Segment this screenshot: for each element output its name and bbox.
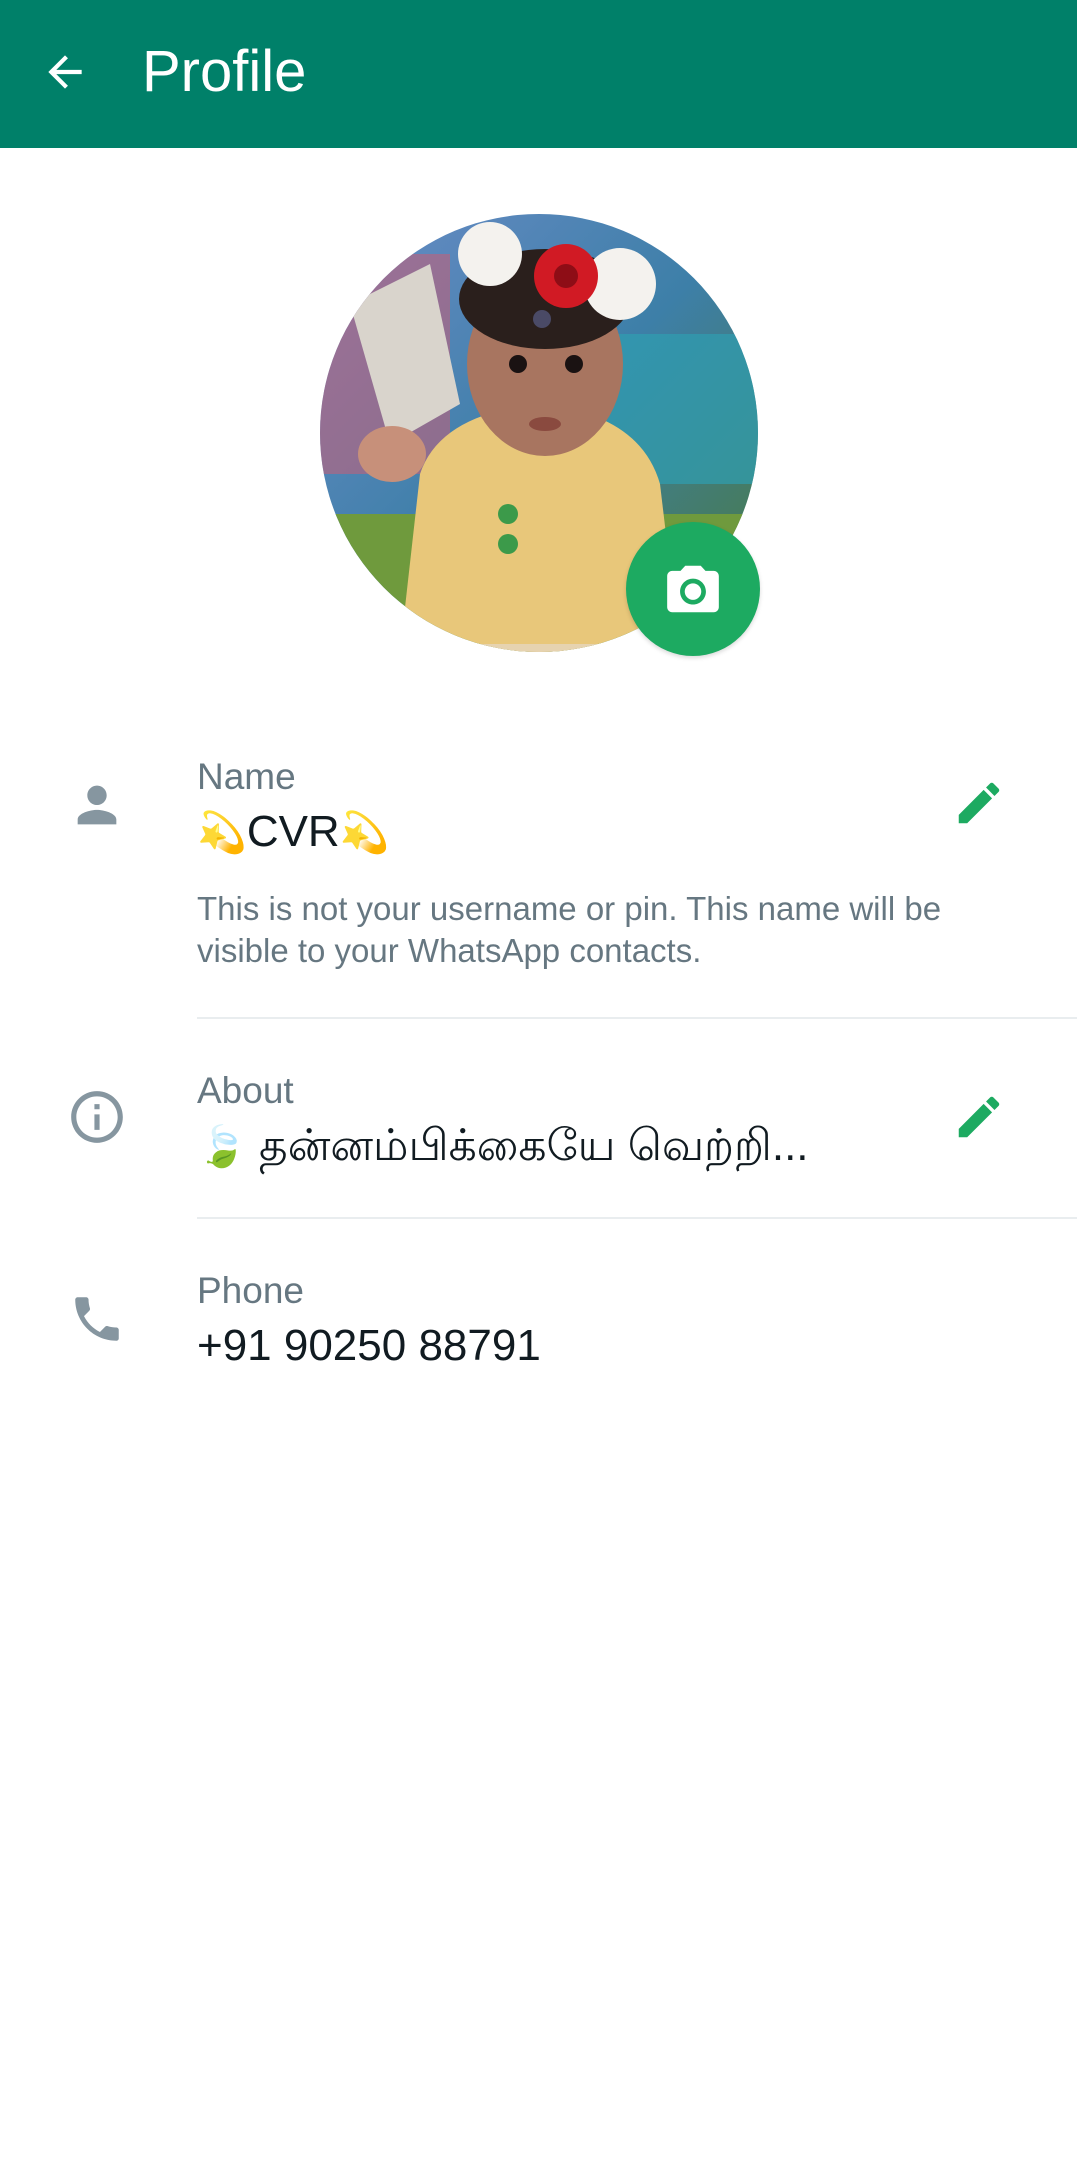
back-button[interactable] (30, 32, 100, 112)
name-value: 💫CVR💫 (197, 804, 390, 861)
shooting-star-emoji: 💫 (339, 810, 390, 856)
phone-icon (62, 1284, 132, 1354)
profile-screen: Profile Name 💫CVR💫 This is not your user… (0, 0, 1077, 2184)
change-photo-button[interactable] (626, 522, 760, 656)
name-label: Name (197, 756, 296, 797)
page-title: Profile (142, 39, 307, 104)
edit-about-button[interactable] (944, 1082, 1014, 1152)
profile-photo-container (320, 214, 760, 656)
about-text: தன்னம்பிக்கையே வெற்றி... (259, 1121, 809, 1170)
phone-label: Phone (197, 1270, 304, 1311)
app-bar: Profile (0, 0, 1077, 148)
edit-name-button[interactable] (944, 768, 1014, 838)
camera-icon (667, 565, 719, 613)
about-value: 🍃 தன்னம்பிக்கையே வெற்றி... (197, 1118, 897, 1175)
shooting-star-emoji: 💫 (197, 810, 247, 856)
phone-value: +91 90250 88791 (197, 1321, 541, 1370)
divider (197, 1017, 1077, 1019)
person-icon (62, 770, 132, 840)
name-helper-text: This is not your username or pin. This n… (197, 890, 942, 969)
leaf-emoji: 🍃 (197, 1124, 247, 1170)
divider (197, 1217, 1077, 1219)
arrow-left-icon (48, 55, 82, 89)
pencil-icon (958, 1096, 1000, 1138)
pencil-icon (958, 782, 1000, 824)
about-label: About (197, 1070, 294, 1111)
info-icon (62, 1082, 132, 1152)
name-text: CVR (246, 807, 340, 856)
